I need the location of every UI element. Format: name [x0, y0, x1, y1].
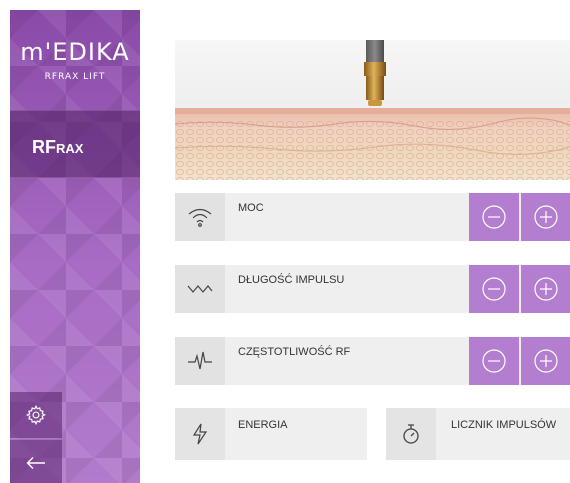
treatment-illustration — [175, 40, 570, 180]
pulse-counter-card: LICZNIK IMPULSÓW — [386, 408, 570, 460]
pulse-wave-icon — [187, 285, 213, 293]
energy-card: ENERGIA — [175, 408, 367, 460]
logo-subtitle: RFRAX LIFT — [44, 72, 106, 82]
rf-frequency-increase-button[interactable] — [521, 337, 570, 385]
pulse-length-increase-button[interactable] — [521, 265, 570, 313]
signal-wave-icon — [188, 208, 212, 227]
pulse-length-decrease-button[interactable] — [469, 265, 519, 313]
minus-circle-icon — [482, 349, 506, 373]
sidebar: m'EDIKA RFRAX LIFT RFRAX — [10, 10, 140, 483]
control-row-pulse-length: DŁUGOŚĆ IMPULSU — [175, 265, 570, 313]
control-row-rf-frequency: CZĘSTOTLIWOŚĆ RF — [175, 337, 570, 385]
arrow-left-icon — [26, 456, 45, 469]
sidebar-item-rfrax[interactable]: RFRAX — [10, 110, 140, 178]
minus-circle-icon — [482, 205, 506, 229]
skin-handpiece-graphic — [175, 40, 570, 180]
pulse-counter-icon-cell — [386, 408, 436, 460]
sidebar-item-label-small: RAX — [56, 141, 84, 156]
logo: m'EDIKA RFRAX LIFT — [10, 10, 140, 110]
lightning-icon — [192, 423, 208, 445]
power-increase-button[interactable] — [521, 193, 570, 241]
plus-circle-icon — [533, 277, 558, 301]
sidebar-item-label-main: RF — [32, 137, 56, 157]
plus-circle-icon — [533, 349, 558, 373]
stopwatch-icon — [403, 424, 419, 444]
rf-frequency-label: CZĘSTOTLIWOŚĆ RF — [238, 346, 351, 358]
pulse-counter-label: LICZNIK IMPULSÓW — [451, 419, 557, 431]
power-icon-cell — [175, 193, 225, 241]
ecg-icon — [188, 351, 212, 370]
power-label: MOC — [238, 202, 264, 214]
energy-label: ENERGIA — [238, 419, 288, 431]
settings-button[interactable] — [10, 392, 62, 438]
pulse-length-label: DŁUGOŚĆ IMPULSU — [238, 274, 345, 286]
rf-frequency-icon-cell — [175, 337, 225, 385]
gear-icon — [25, 404, 46, 426]
power-decrease-button[interactable] — [469, 193, 519, 241]
energy-icon-cell — [175, 408, 225, 460]
plus-circle-icon — [533, 205, 558, 229]
pulse-length-icon-cell — [175, 265, 225, 313]
control-row-power: MOC — [175, 193, 570, 241]
minus-circle-icon — [482, 277, 506, 301]
rf-frequency-decrease-button[interactable] — [469, 337, 519, 385]
logo-brand-name: m'EDIKA — [20, 38, 130, 66]
back-button[interactable] — [10, 439, 62, 483]
